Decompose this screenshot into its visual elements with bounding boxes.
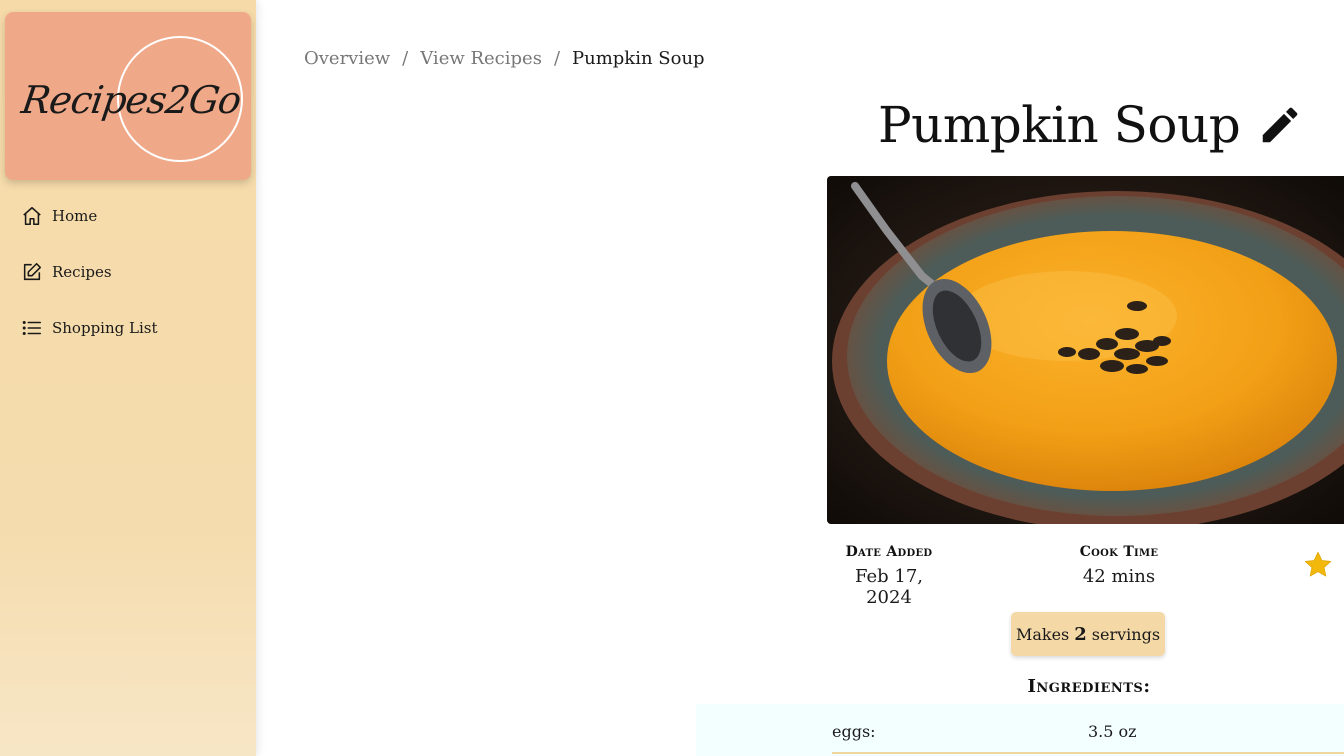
servings-suffix: servings [1091, 624, 1161, 644]
sidebar-item-label: Home [52, 207, 98, 225]
page-title: Pumpkin Soup [878, 96, 1241, 154]
soup-bowl-illustration [827, 176, 1344, 524]
date-added-value: Feb 17, 2024 [854, 566, 924, 608]
breadcrumb-separator: / [402, 48, 409, 69]
servings-count: 2 [1074, 623, 1087, 645]
recipe-title-row: Pumpkin Soup [878, 96, 1304, 154]
cook-time: Cook Time 42 mins [1068, 544, 1170, 587]
star-icon [1304, 551, 1332, 577]
breadcrumb-view-recipes[interactable]: View Recipes [420, 48, 542, 69]
breadcrumb: Overview / View Recipes / Pumpkin Soup [304, 48, 705, 69]
ingredient-quantity: 3.5 oz [1088, 722, 1137, 741]
recipe-image [827, 176, 1344, 524]
date-added: Date Added Feb 17, 2024 [833, 544, 945, 608]
breadcrumb-current: Pumpkin Soup [572, 48, 705, 69]
edit-note-icon [20, 260, 44, 284]
ingredients-heading: Ingredients: [1027, 676, 1151, 697]
sidebar-nav: Home Recipes Shopping List [0, 196, 256, 364]
cook-time-label: Cook Time [1079, 544, 1159, 560]
breadcrumb-overview[interactable]: Overview [304, 48, 390, 69]
home-icon [20, 204, 44, 228]
sidebar: Recipes2Go Home Recipes Shopping List [0, 0, 256, 756]
servings-badge[interactable]: Makes 2 servings [1011, 612, 1165, 656]
sidebar-item-home[interactable]: Home [0, 196, 256, 236]
ingredient-row: eggs: 3.5 oz [832, 716, 1344, 754]
sidebar-item-label: Recipes [52, 263, 112, 281]
sidebar-item-label: Shopping List [52, 319, 158, 337]
logo-text: Recipes2Go [18, 78, 244, 122]
date-added-label: Date Added [845, 544, 933, 560]
cook-time-value: 42 mins [1082, 566, 1156, 587]
sidebar-item-shopping-list[interactable]: Shopping List [0, 308, 256, 348]
breadcrumb-separator: / [553, 48, 561, 69]
favorite-star-button[interactable] [1302, 549, 1334, 581]
servings-prefix: Makes [1015, 624, 1070, 644]
sidebar-item-recipes[interactable]: Recipes [0, 252, 256, 292]
app-logo[interactable]: Recipes2Go [5, 12, 251, 180]
pencil-icon [1262, 107, 1298, 143]
edit-recipe-button[interactable] [1256, 101, 1304, 149]
list-icon [20, 316, 44, 340]
ingredient-name: eggs: [832, 722, 876, 741]
